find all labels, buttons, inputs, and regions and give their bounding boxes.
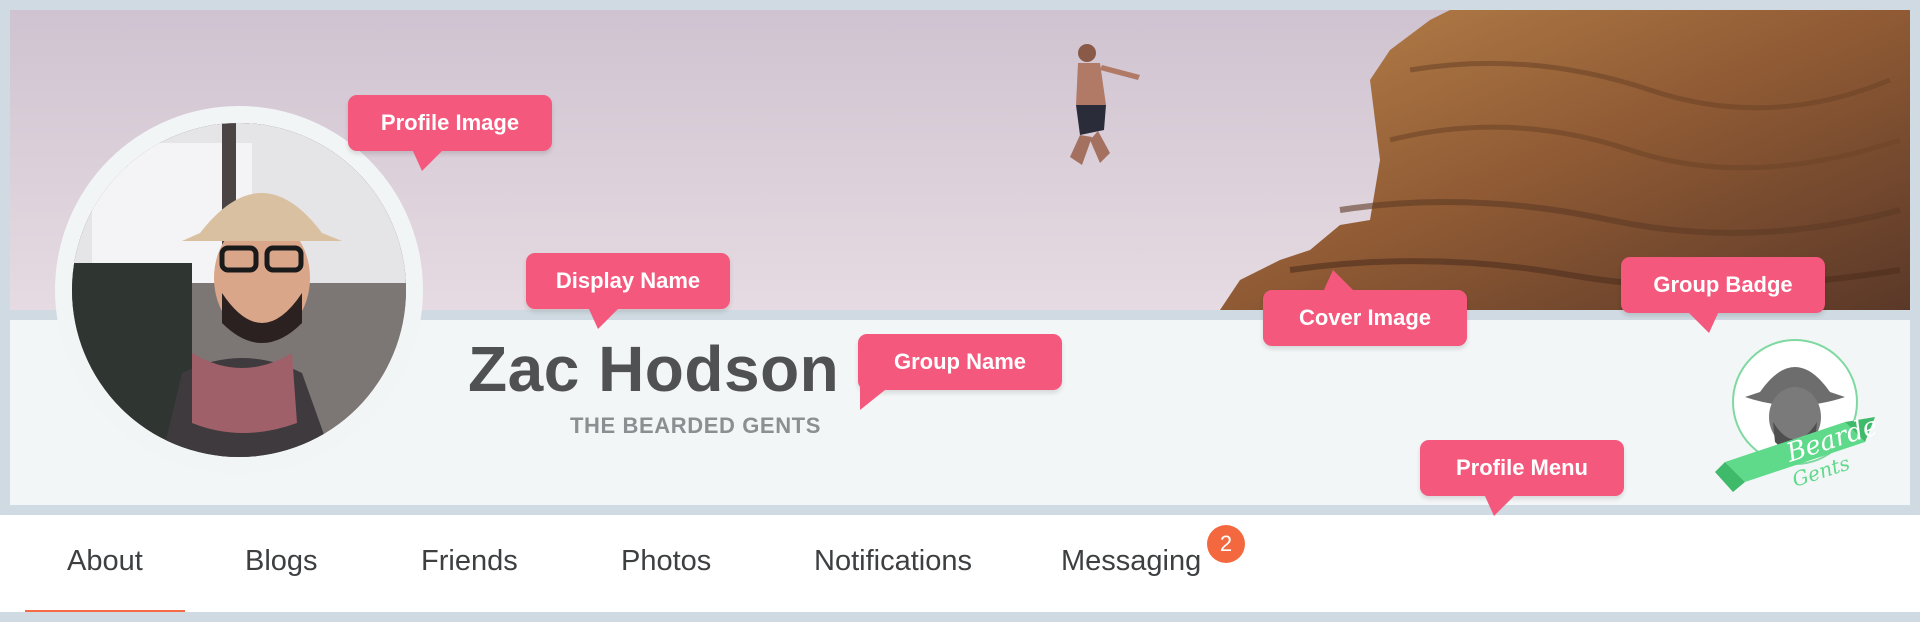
callout-tail xyxy=(860,386,890,410)
callout-group-badge: Group Badge xyxy=(1621,257,1825,333)
avatar-photo xyxy=(72,123,406,457)
callout-label: Display Name xyxy=(555,268,701,293)
callout-display-name: Display Name xyxy=(526,253,730,329)
callout-tail xyxy=(1687,311,1719,333)
callout-label: Cover Image xyxy=(1298,305,1432,330)
nav-about[interactable]: About xyxy=(67,545,143,578)
profile-image[interactable] xyxy=(72,123,406,457)
bottom-border xyxy=(0,612,1920,622)
callout-cover-image: Cover Image xyxy=(1263,270,1467,346)
nav-photos[interactable]: Photos xyxy=(621,545,711,578)
messaging-count-badge: 2 xyxy=(1207,525,1245,563)
callout-label: Group Badge xyxy=(1653,272,1793,297)
bearded-gents-logo: Bearded Gents xyxy=(1715,339,1898,492)
callout-profile-image: Profile Image xyxy=(348,95,552,171)
nav-friends[interactable]: Friends xyxy=(421,545,518,578)
callout-profile-menu: Profile Menu xyxy=(1420,440,1624,516)
callout-tail xyxy=(412,149,444,171)
callout-tail xyxy=(1323,270,1355,292)
nav-blogs[interactable]: Blogs xyxy=(245,545,318,578)
callout-label: Group Name xyxy=(893,349,1027,374)
profile-menu: About Blogs Friends Photos Notifications… xyxy=(0,515,1920,617)
callout-tail xyxy=(588,307,620,329)
callout-tail xyxy=(1484,494,1516,516)
callout-label: Profile Menu xyxy=(1455,455,1588,480)
nav-notifications[interactable]: Notifications xyxy=(814,545,972,578)
display-name: Zac Hodson xyxy=(468,333,840,405)
group-badge[interactable]: Bearded Gents xyxy=(1715,322,1898,502)
jumper-figure xyxy=(1070,44,1140,165)
nav-messaging[interactable]: Messaging xyxy=(1061,545,1201,578)
callout-label: Profile Image xyxy=(380,110,520,135)
group-name[interactable]: THE BEARDED GENTS xyxy=(570,413,821,439)
callout-group-name: Group Name xyxy=(858,334,1062,410)
